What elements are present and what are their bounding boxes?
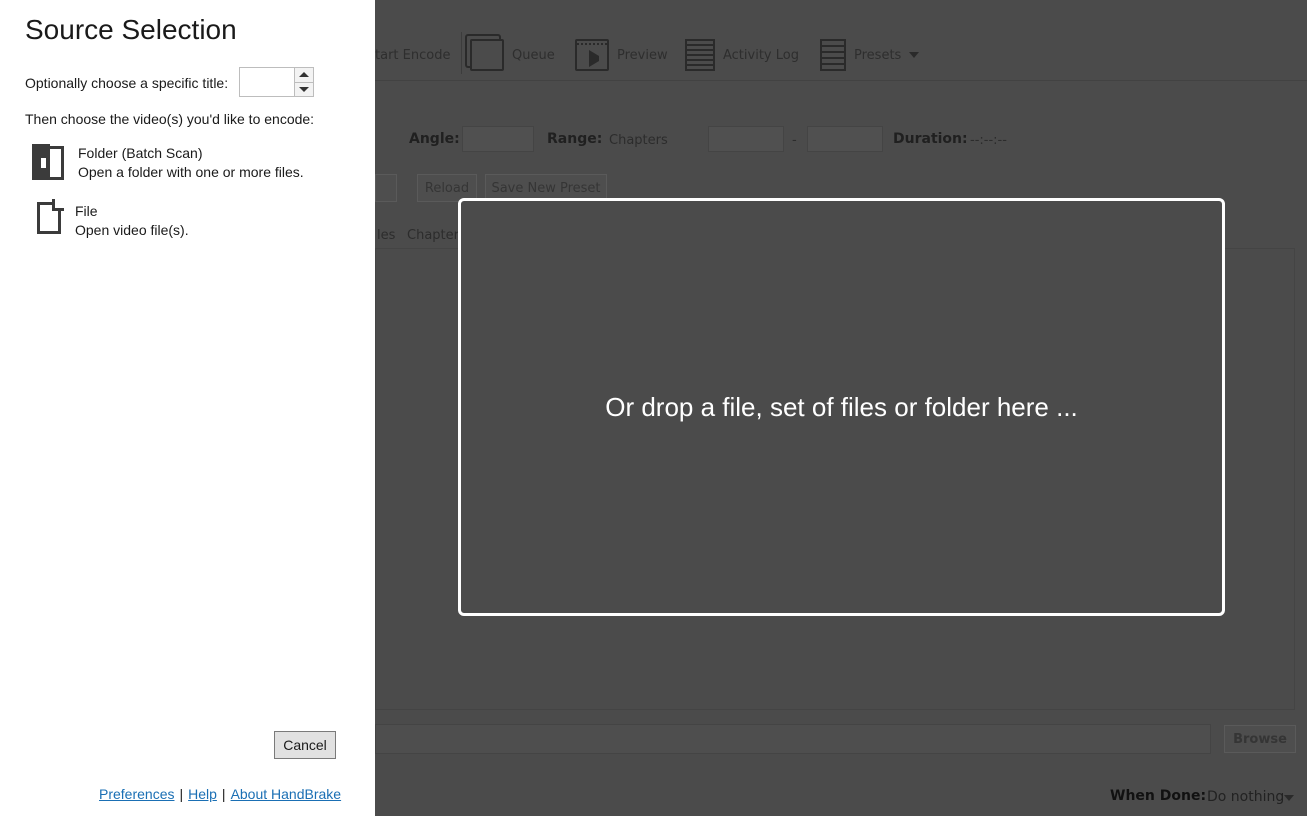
title-number-stepper[interactable] [239, 67, 314, 97]
cancel-button[interactable]: Cancel [274, 731, 336, 759]
duration-label: Duration: [893, 131, 968, 147]
open-file-option[interactable]: File Open video file(s). [35, 199, 189, 240]
file-icon [35, 199, 64, 236]
range-dash: - [792, 133, 797, 148]
preview-button[interactable]: Preview [575, 38, 668, 72]
chevron-up-icon [299, 72, 309, 78]
folder-icon [32, 144, 66, 182]
range-label: Range: [547, 131, 603, 147]
activity-log-button[interactable]: Activity Log [685, 38, 799, 72]
browse-label: Browse [1233, 731, 1287, 747]
footer-links: Preferences | Help | About HandBrake [99, 786, 341, 802]
start-encode-button[interactable]: tart Encode [375, 38, 450, 72]
angle-label: Angle: [409, 131, 460, 147]
open-folder-label: Folder (Batch Scan) [78, 145, 203, 161]
start-encode-label: tart Encode [375, 47, 451, 63]
open-folder-description: Open a folder with one or more files. [78, 164, 304, 180]
stepper-down-button[interactable] [295, 81, 313, 96]
open-file-label: File [75, 203, 98, 219]
preferences-link[interactable]: Preferences [99, 786, 174, 802]
range-start-dropdown[interactable] [708, 126, 784, 152]
queue-button[interactable]: Queue [470, 38, 555, 72]
open-folder-option[interactable]: Folder (Batch Scan) Open a folder with o… [32, 144, 304, 182]
range-dropdown[interactable]: Chapters [609, 133, 668, 148]
when-done-label: When Done: [1110, 788, 1207, 804]
queue-label: Queue [512, 47, 555, 63]
range-end-dropdown[interactable] [807, 126, 883, 152]
link-separator: | [221, 786, 226, 802]
presets-button[interactable]: Presets [820, 38, 920, 72]
stepper-up-button[interactable] [295, 68, 313, 82]
browse-button[interactable]: Browse [1224, 725, 1296, 753]
title-number-input[interactable] [240, 68, 294, 96]
when-done-dropdown[interactable]: Do nothing [1207, 789, 1284, 805]
choose-prompt: Then choose the video(s) you'd like to e… [25, 111, 315, 127]
title-prompt: Optionally choose a specific title: [25, 75, 229, 91]
chevron-down-icon [1284, 795, 1294, 801]
tab-subtitles[interactable]: les [377, 228, 395, 243]
presets-label: Presets [854, 47, 902, 63]
save-new-preset-label: Save New Preset [491, 180, 601, 196]
toolbar-separator [461, 32, 462, 74]
link-separator: | [179, 786, 184, 802]
destination-field[interactable] [375, 724, 1211, 754]
queue-icon [470, 39, 504, 71]
chevron-down-icon [909, 52, 920, 58]
chevron-down-icon [299, 86, 309, 92]
angle-dropdown[interactable] [462, 126, 534, 152]
help-link[interactable]: Help [188, 786, 217, 802]
film-play-icon [575, 39, 609, 71]
open-file-description: Open video file(s). [75, 222, 189, 238]
about-handbrake-link[interactable]: About HandBrake [231, 786, 342, 802]
activity-log-icon [685, 39, 715, 71]
duration-value: --:--:-- [970, 133, 1007, 148]
source-selection-panel: Source Selection Optionally choose a spe… [0, 0, 375, 816]
preset-arrow-button[interactable] [375, 174, 397, 202]
panel-title: Source Selection [25, 14, 237, 45]
presets-icon [820, 39, 846, 71]
tab-chapters[interactable]: Chapters [407, 228, 466, 243]
reload-label: Reload [424, 180, 470, 196]
drop-zone[interactable]: Or drop a file, set of files or folder h… [458, 198, 1225, 616]
drop-zone-text: Or drop a file, set of files or folder h… [605, 391, 1078, 422]
toolbar-divider [375, 80, 1307, 81]
activity-log-label: Activity Log [723, 47, 799, 63]
preview-label: Preview [617, 47, 668, 63]
